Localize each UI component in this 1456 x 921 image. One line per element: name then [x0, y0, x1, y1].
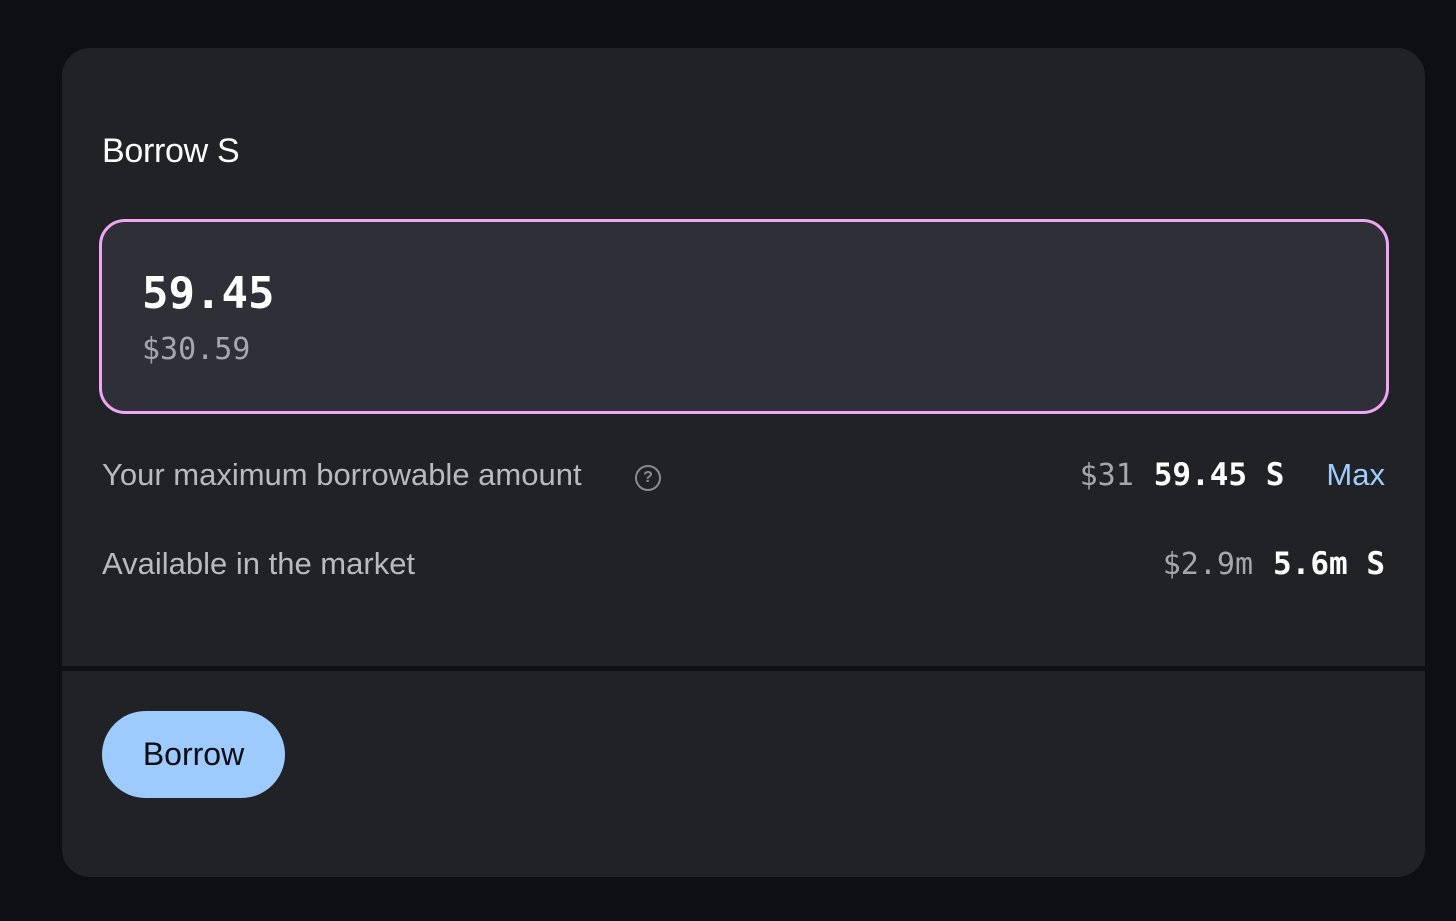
max-borrowable-values: $31 59.45 S Max [1080, 457, 1385, 493]
market-available-label: Available in the market [102, 546, 416, 581]
max-borrowable-label: Your maximum borrowable amount [102, 457, 582, 492]
borrow-amount-input[interactable]: 59.45 $30.59 [99, 219, 1389, 414]
market-available-values: $2.9m 5.6m S [1163, 546, 1385, 582]
market-available-usd: $2.9m [1162, 547, 1254, 582]
max-button[interactable]: Max [1326, 457, 1385, 493]
amount-usd-value: $30.59 [142, 332, 251, 367]
question-circle-icon[interactable]: ? [635, 465, 661, 491]
borrow-button[interactable]: Borrow [102, 711, 285, 798]
section-divider [62, 666, 1425, 671]
borrow-panel: Borrow S 59.45 $30.59 Your maximum borro… [62, 48, 1425, 877]
max-borrowable-usd: $31 [1079, 458, 1134, 493]
amount-value[interactable]: 59.45 [142, 268, 274, 319]
panel-title: Borrow S [102, 132, 240, 170]
market-available-row: Available in the market $2.9m 5.6m S [102, 540, 1385, 590]
market-available-amount: 5.6m S [1273, 546, 1385, 582]
max-borrowable-row: Your maximum borrowable amount ? $31 59.… [102, 451, 1385, 501]
max-borrowable-amount: 59.45 S [1153, 457, 1285, 493]
